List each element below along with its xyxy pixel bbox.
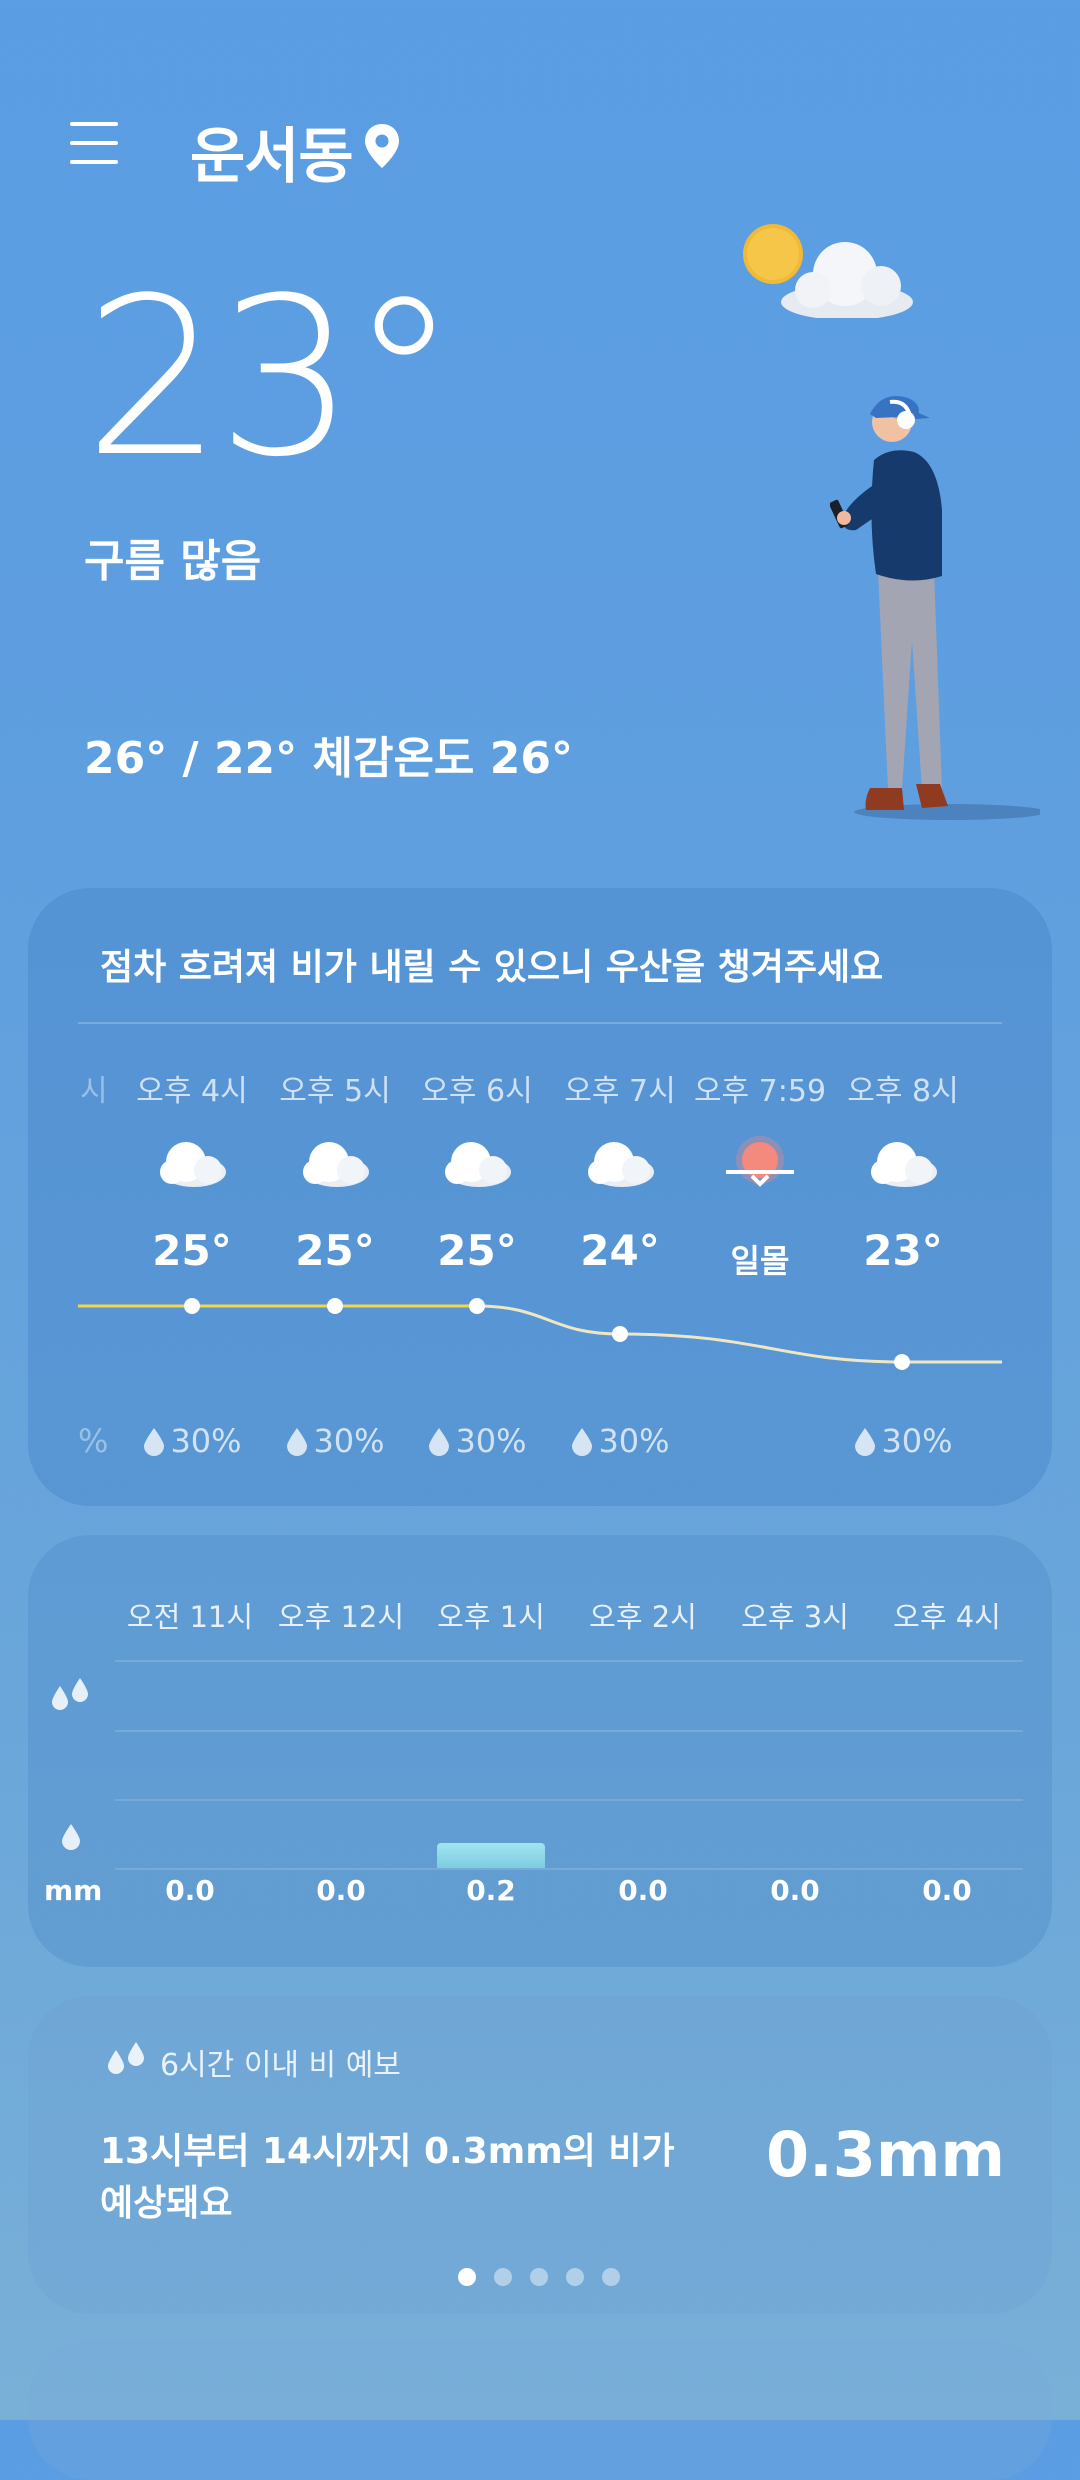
hour-temperature: 24° — [580, 1226, 660, 1275]
rain-chance: 30% — [407, 1422, 547, 1464]
location-title[interactable]: 운서동 — [190, 108, 354, 195]
hour-label: 오후 7:59 — [693, 1074, 827, 1109]
page-dot[interactable] — [566, 2268, 584, 2286]
temperature-point — [894, 1354, 910, 1370]
unit-label: mm — [44, 1874, 103, 1907]
temperature-line-future — [476, 1304, 1002, 1364]
rain-chance: 30% — [265, 1422, 405, 1464]
hour-label: 오후 5시 — [279, 1074, 391, 1109]
rain-drop-icon — [427, 1426, 451, 1464]
hour-label: 오후 7시 — [564, 1074, 676, 1109]
minmax-feels-like: 26° / 22° 체감온도 26° — [84, 733, 573, 784]
precip-amount: 0.0 — [316, 1874, 366, 1907]
temperature-point — [327, 1298, 343, 1314]
precip-amount: 0.0 — [618, 1874, 668, 1907]
rain-drops-icon — [104, 2040, 150, 2076]
person-illustration — [829, 390, 1046, 830]
hour-temperature: 25° — [152, 1226, 232, 1275]
hour-label: 오후 4시 — [136, 1074, 248, 1109]
forecast-description: 13시부터 14시까지 0.3mm의 비가 예상돼요 — [100, 2131, 675, 2224]
light-rain-drop-icon — [60, 1822, 82, 1850]
rain-drop-icon — [853, 1426, 877, 1464]
precip-time-label: 오후 4시 — [893, 1600, 1001, 1634]
precip-amount: 0.0 — [770, 1874, 820, 1907]
cloud-icon — [833, 1132, 973, 1192]
rain-chance: 30% — [550, 1422, 690, 1464]
cloud-icon — [550, 1132, 690, 1192]
hour-temperature: 25° — [295, 1226, 375, 1275]
gridline — [115, 1660, 1023, 1662]
precip-time-label: 오후 3시 — [741, 1600, 849, 1634]
cloud-icon — [122, 1132, 262, 1192]
current-temperature: 23° — [84, 252, 458, 505]
page-dot[interactable] — [530, 2268, 548, 2286]
rain-drop-icon — [570, 1426, 594, 1464]
precip-time-label: 오후 12시 — [277, 1600, 405, 1634]
temperature-point — [469, 1298, 485, 1314]
divider — [78, 1022, 1002, 1024]
rain-chance-value: 30% — [455, 1422, 527, 1460]
cloud-icon — [407, 1132, 547, 1192]
hour-label: 오후 6시 — [421, 1074, 533, 1109]
page-dot[interactable] — [458, 2268, 476, 2286]
sunset-icon — [690, 1132, 830, 1192]
rain-chance-value: 30% — [881, 1422, 953, 1460]
hour-label: 오후 8시 — [847, 1074, 959, 1109]
precip-amount: 0.0 — [165, 1874, 215, 1907]
precipitation-bar — [437, 1843, 545, 1868]
location-pin-icon[interactable] — [362, 122, 402, 170]
hour-temperature: 25° — [437, 1226, 517, 1275]
rain-chance: 30% — [122, 1422, 262, 1464]
rain-chance-value: 30% — [170, 1422, 242, 1460]
rain-drop-icon — [142, 1426, 166, 1464]
rain-chance-value: 30% — [313, 1422, 385, 1460]
rain-chance-value: 30% — [598, 1422, 670, 1460]
forecast-title: 6시간 이내 비 예보 — [160, 2048, 401, 2083]
menu-icon[interactable] — [70, 122, 120, 166]
precip-time-label: 오후 2시 — [589, 1600, 697, 1634]
partly-cloudy-sun-icon — [735, 218, 915, 320]
gridline — [115, 1799, 1023, 1801]
temperature-point — [184, 1298, 200, 1314]
cloud-icon — [265, 1132, 405, 1192]
page-dot[interactable] — [602, 2268, 620, 2286]
next-card[interactable] — [28, 2340, 1052, 2480]
precip-amount: 0.2 — [466, 1874, 516, 1907]
hour-label-partial: 시 — [80, 1074, 108, 1109]
precip-amount: 0.0 — [922, 1874, 972, 1907]
forecast-amount: 0.3mm — [766, 2118, 1006, 2191]
rain-chance-partial: % — [78, 1422, 109, 1460]
page-indicator[interactable] — [458, 2268, 628, 2288]
rain-drop-icon — [285, 1426, 309, 1464]
gridline — [115, 1868, 1023, 1870]
temperature-line-graph — [78, 1298, 1002, 1370]
precip-time-label: 오후 1시 — [437, 1600, 545, 1634]
heavy-rain-drops-icon — [48, 1676, 94, 1712]
gridline — [115, 1730, 1023, 1732]
weather-condition: 구름 많음 — [84, 536, 262, 587]
page-dot[interactable] — [494, 2268, 512, 2286]
temperature-point — [612, 1326, 628, 1342]
rain-chance: 30% — [833, 1422, 973, 1464]
hour-temperature: 23° — [863, 1226, 943, 1275]
umbrella-advice: 점차 흐려져 비가 내릴 수 있으니 우산을 챙겨주세요 — [100, 947, 884, 988]
precip-time-label: 오전 11시 — [126, 1600, 254, 1634]
hour-temperature: 일몰 — [730, 1242, 790, 1280]
